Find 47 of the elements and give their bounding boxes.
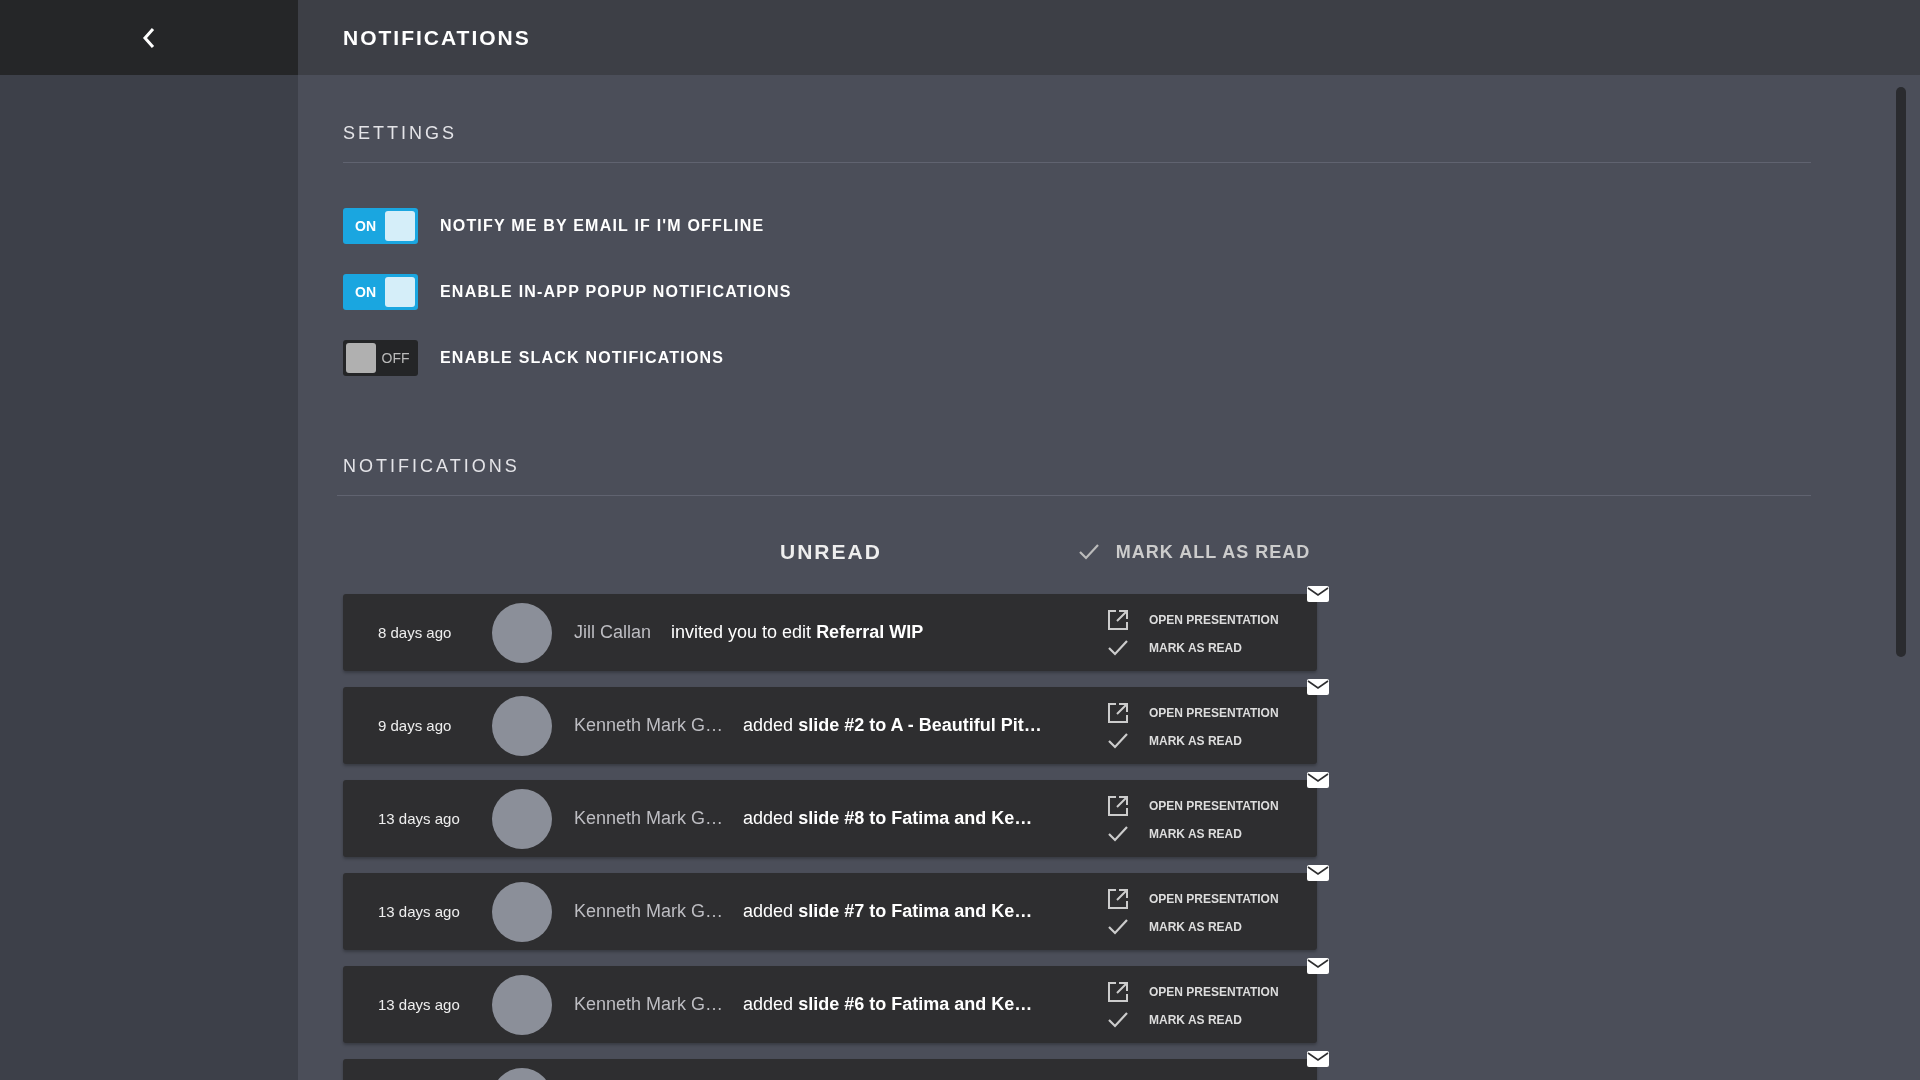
mark-all-read-button[interactable]: MARK ALL AS READ xyxy=(1077,541,1311,563)
open-presentation-link[interactable]: OPEN PRESENTATION xyxy=(1149,798,1279,813)
external-link-icon[interactable] xyxy=(1107,980,1129,1003)
toggle-switch[interactable]: OFF xyxy=(343,340,418,376)
checkmark-icon[interactable] xyxy=(1107,731,1129,750)
section-heading: NOTIFICATIONS xyxy=(343,456,521,477)
mark-as-read-link[interactable]: MARK AS READ xyxy=(1149,733,1242,748)
section-heading: SETTINGS xyxy=(343,123,458,144)
checkmark-icon[interactable] xyxy=(1107,638,1129,657)
notification-message: added slide #8 to Fatima and Ke… xyxy=(743,808,1034,829)
setting-label: ENABLE IN-APP POPUP NOTIFICATIONS xyxy=(440,283,792,301)
checkmark-icon xyxy=(1077,543,1100,561)
mark-as-read-link[interactable]: MARK AS READ xyxy=(1149,640,1242,655)
notification-time: 13 days ago xyxy=(377,996,461,1013)
sender-name: Kenneth Mark G… xyxy=(574,994,724,1015)
open-presentation-link[interactable]: OPEN PRESENTATION xyxy=(1149,612,1279,627)
notification-time: 8 days ago xyxy=(377,624,453,641)
external-link-icon[interactable] xyxy=(1107,794,1129,817)
external-link-icon[interactable] xyxy=(1107,608,1129,631)
setting-label: NOTIFY ME BY EMAIL IF I'M OFFLINE xyxy=(440,217,765,235)
notification-time: 13 days ago xyxy=(377,810,461,827)
open-presentation-link[interactable]: OPEN PRESENTATION xyxy=(1149,891,1279,906)
mark-as-read-link[interactable]: MARK AS READ xyxy=(1149,919,1242,934)
sender-name: Kenneth Mark G… xyxy=(574,901,724,922)
checkmark-icon[interactable] xyxy=(1107,824,1129,843)
notification-message: added slide #7 to Fatima and Ke… xyxy=(743,901,1034,922)
mark-as-read-link[interactable]: MARK AS READ xyxy=(1149,826,1242,841)
checkmark-icon[interactable] xyxy=(1107,917,1129,936)
notification-message: added slide #2 to A - Beautiful Pit… xyxy=(743,715,1043,736)
open-presentation-link[interactable]: OPEN PRESENTATION xyxy=(1149,984,1279,999)
mark-as-read-link[interactable]: MARK AS READ xyxy=(1149,1012,1242,1027)
setting-label: ENABLE SLACK NOTIFICATIONS xyxy=(440,349,725,367)
external-link-icon[interactable] xyxy=(1107,887,1129,910)
sender-name: Kenneth Mark G… xyxy=(574,808,724,829)
notification-message: invited you to edit Referral WIP xyxy=(671,622,925,643)
notification-time: 13 days ago xyxy=(377,903,461,920)
notification-time: 9 days ago xyxy=(377,717,453,734)
list-title: UNREAD xyxy=(780,540,882,564)
sender-name: Jill Callan xyxy=(574,622,652,643)
sender-name: Kenneth Mark G… xyxy=(574,715,724,736)
external-link-icon[interactable] xyxy=(1107,701,1129,724)
back-chevron-icon[interactable] xyxy=(142,26,156,49)
notification-message: added slide #6 to Fatima and Ke… xyxy=(743,994,1034,1015)
scrollbar-thumb[interactable] xyxy=(1896,87,1906,657)
open-presentation-link[interactable]: OPEN PRESENTATION xyxy=(1149,705,1279,720)
checkmark-icon[interactable] xyxy=(1107,1010,1129,1029)
page-title: NOTIFICATIONS xyxy=(343,25,531,50)
